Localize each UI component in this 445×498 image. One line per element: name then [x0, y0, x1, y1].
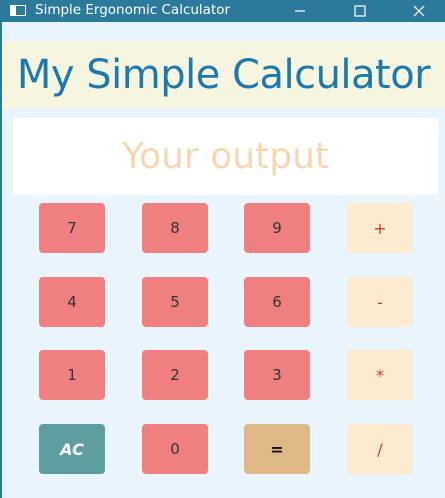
close-icon	[413, 5, 425, 17]
close-button[interactable]	[396, 0, 442, 22]
title-bar[interactable]: Simple Ergonomic Calculator	[0, 0, 445, 22]
key-5[interactable]: 5	[142, 277, 208, 327]
key-7[interactable]: 7	[39, 203, 105, 253]
calculator-header: My Simple Calculator	[2, 41, 445, 108]
multiply-button[interactable]: *	[347, 350, 413, 400]
plus-button[interactable]: +	[347, 203, 413, 253]
minimize-button[interactable]	[277, 0, 323, 22]
window-title: Simple Ergonomic Calculator	[35, 2, 231, 18]
key-8[interactable]: 8	[142, 203, 208, 253]
page-title: My Simple Calculator	[16, 51, 431, 98]
key-2[interactable]: 2	[142, 350, 208, 400]
key-1[interactable]: 1	[39, 350, 105, 400]
output-display: Your output	[13, 118, 438, 195]
maximize-icon	[354, 5, 366, 17]
key-3[interactable]: 3	[244, 350, 310, 400]
divide-button[interactable]: /	[347, 424, 413, 474]
key-6[interactable]: 6	[244, 277, 310, 327]
clear-button[interactable]: AC	[39, 424, 105, 474]
maximize-button[interactable]	[337, 0, 383, 22]
key-9[interactable]: 9	[244, 203, 310, 253]
key-0[interactable]: 0	[142, 424, 208, 474]
key-4[interactable]: 4	[39, 277, 105, 327]
minimize-icon	[295, 10, 305, 12]
equals-button[interactable]: =	[244, 424, 310, 474]
minus-button[interactable]: -	[347, 277, 413, 327]
app-window-icon	[10, 5, 26, 16]
output-placeholder: Your output	[121, 136, 330, 177]
